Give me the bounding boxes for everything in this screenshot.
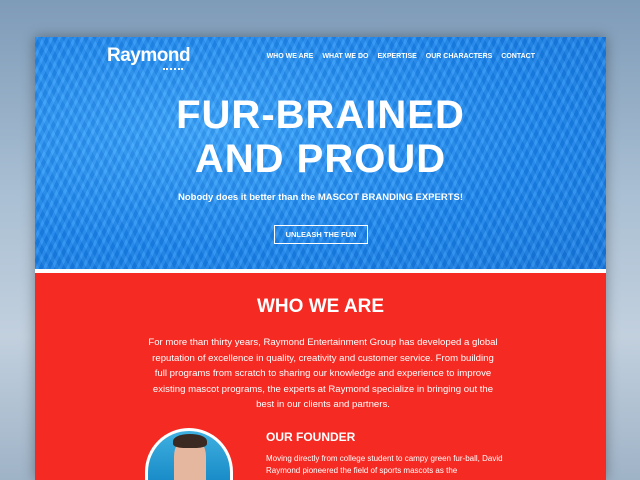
hero-title: FUR-BRAINED AND PROUD — [35, 93, 606, 181]
founder-avatar — [145, 428, 233, 480]
nav-what-we-do[interactable]: WHAT WE DO — [322, 53, 368, 60]
hero-title-line1: FUR-BRAINED — [176, 93, 465, 137]
hero-section: Raymond WHO WE ARE WHAT WE DO EXPERTISE … — [35, 37, 606, 269]
main-nav: WHO WE ARE WHAT WE DO EXPERTISE OUR CHAR… — [267, 53, 535, 60]
hair-image — [173, 434, 207, 448]
logo[interactable]: Raymond — [107, 45, 191, 67]
hero-title-line2: AND PROUD — [194, 137, 447, 181]
unleash-the-fun-button[interactable]: UNLEASH THE FUN — [274, 225, 368, 244]
who-we-are-section: WHO WE ARE For more than thirty years, R… — [35, 273, 606, 480]
nav-who-we-are[interactable]: WHO WE ARE — [267, 53, 314, 60]
founder-text: Moving directly from college student to … — [266, 454, 503, 475]
section-heading: WHO WE ARE — [256, 296, 384, 317]
website-page: Raymond WHO WE ARE WHAT WE DO EXPERTISE … — [35, 37, 606, 480]
nav-our-characters[interactable]: OUR CHARACTERS — [426, 53, 493, 60]
intro-text: For more than thirty years, Raymond Ente… — [148, 337, 498, 410]
nav-expertise[interactable]: EXPERTISE — [378, 53, 417, 60]
hero-subtitle: Nobody does it better than the MASCOT BR… — [177, 192, 463, 203]
nav-contact[interactable]: CONTACT — [501, 53, 535, 60]
founder-heading: OUR FOUNDER — [266, 430, 356, 444]
logo-wave-icon — [163, 67, 183, 70]
